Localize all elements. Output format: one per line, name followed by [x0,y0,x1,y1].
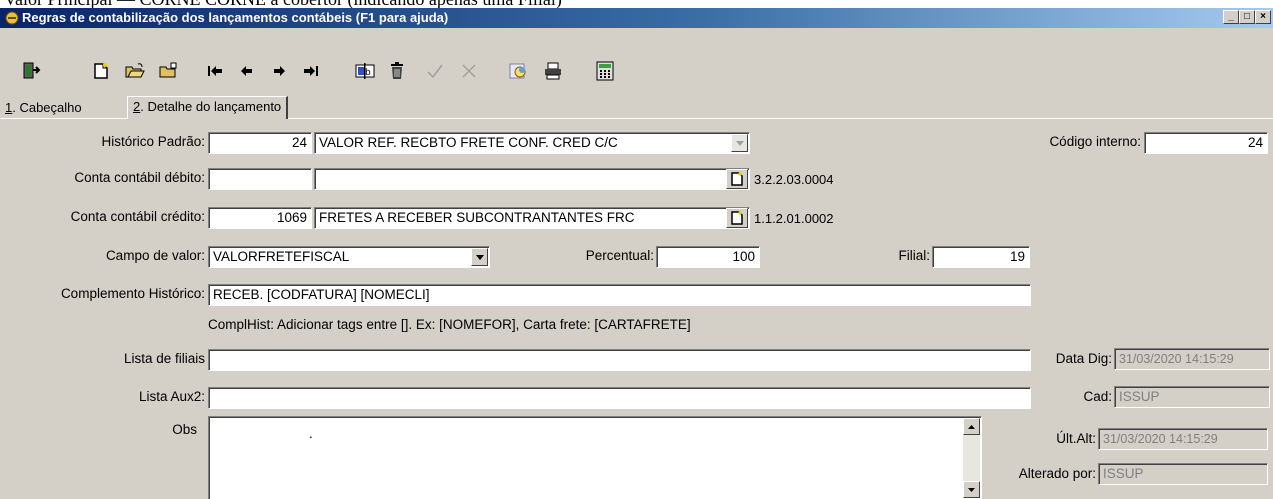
historico-select[interactable]: VALOR REF. RECBTO FRETE CONF. CRED C/C [314,132,750,154]
cad-field[interactable]: ISSUP [1114,386,1270,408]
search-icon [509,63,526,79]
open-icon [125,63,145,78]
calculator-icon [596,61,614,81]
new-icon [94,63,108,79]
alterado-por-label: Alterado por: [1018,466,1096,481]
field-edit-button[interactable]: b [354,60,376,82]
minimize-button[interactable]: _ [1223,10,1239,24]
campo-select[interactable]: VALORFRETEFISCAL [208,246,490,268]
svg-text:b: b [365,68,371,78]
chevron-down-icon [475,254,484,260]
campo-dropdown-button[interactable] [471,248,488,266]
search-button[interactable] [508,60,530,82]
next-record-button[interactable] [268,60,290,82]
print-button[interactable] [542,60,564,82]
codigo-interno-label: Código interno: [1049,134,1141,149]
maximize-button[interactable]: □ [1239,10,1255,24]
historico-label: Histórico Padrão: [101,134,205,149]
filial-label: Filial: [898,248,930,263]
chevron-up-icon [968,424,975,429]
campo-value: VALORFRETEFISCAL [213,249,350,264]
app-icon [5,11,19,25]
debito-lookup-button[interactable] [726,169,748,189]
confirm-button[interactable] [424,60,446,82]
obs-value: . [309,426,313,441]
tab-cabecalho[interactable]: 1. Cabeçalho [0,98,87,118]
document-icon [731,172,743,186]
credito-code-field[interactable]: 1069 [208,207,312,229]
complemento-label: Complemento Histórico: [60,286,205,301]
credito-label: Conta contábil crédito: [70,209,205,224]
historico-desc: VALOR REF. RECBTO FRETE CONF. CRED C/C [319,135,618,150]
last-icon [304,66,318,76]
tab-cabecalho-label: . Cabeçalho [12,100,82,115]
page-top-text: Valor Principal — CORNE CORNE a cobertor… [4,0,562,8]
obs-textarea[interactable]: . [208,416,982,499]
alterado-por-field[interactable]: ISSUP [1098,463,1268,485]
document-icon [731,211,743,225]
credito-desc-field[interactable]: FRETES A RECEBER SUBCONTRANTANTES FRC [314,207,750,229]
window-title: Regras de contabilização dos lançamentos… [22,10,449,25]
filial-field[interactable]: 19 [932,246,1030,268]
tab-strip: 1. Cabeçalho 2. Detalhe do lançamento [0,96,1273,119]
confirm-icon [427,64,443,79]
campo-label: Campo de valor: [105,248,205,263]
toolbar: b [0,28,1273,100]
debito-account: 3.2.2.03.0004 [754,172,834,187]
obs-label: Obs [172,422,197,437]
first-record-button[interactable] [204,60,226,82]
exit-icon [23,62,41,79]
tab-detalhe[interactable]: 2. Detalhe do lançamento [127,96,289,119]
new-button[interactable] [90,60,112,82]
credito-account: 1.1.2.01.0002 [754,211,834,226]
debito-desc-field[interactable] [314,168,750,190]
close-button[interactable]: × [1255,10,1271,24]
chevron-down-icon [968,487,975,492]
credito-lookup-button[interactable] [726,208,748,228]
obs-scrollbar[interactable] [963,418,980,498]
delete-button[interactable] [386,60,408,82]
data-dig-field[interactable]: 31/03/2020 14:15:29 [1114,348,1270,370]
cancel-button[interactable] [458,60,480,82]
scroll-down-button[interactable] [963,481,980,498]
field-edit-icon: b [355,63,375,79]
ult-alt-label: Últ.Alt: [1056,431,1096,446]
open-button[interactable] [124,60,146,82]
lista-aux2-label: Lista Aux2: [138,389,205,404]
print-icon [545,62,561,80]
complemento-field[interactable]: RECEB. [CODFATURA] [NOMECLI] [208,284,1031,306]
lista-filiais-field[interactable] [208,349,1031,371]
next-icon [274,66,285,76]
scroll-up-button[interactable] [963,418,980,435]
lista-aux2-field[interactable] [208,387,1031,409]
main-window: Regras de contabilização dos lançamentos… [0,8,1273,499]
first-icon [208,66,222,76]
tab-detalhe-label: . Detalhe do lançamento [140,99,282,114]
codigo-interno-field[interactable]: 24 [1144,132,1268,154]
title-bar[interactable]: Regras de contabilização dos lançamentos… [0,8,1273,28]
historico-dropdown-button[interactable] [731,134,748,152]
previous-record-button[interactable] [236,60,258,82]
cancel-icon [462,64,476,78]
last-record-button[interactable] [300,60,322,82]
debito-label: Conta contábil débito: [74,170,205,185]
edit-icon [159,62,177,78]
debito-code-field[interactable] [208,168,312,190]
cad-label: Cad: [1083,389,1112,404]
trash-icon [391,62,403,79]
edit-button[interactable] [158,60,180,82]
percentual-field[interactable]: 100 [656,246,760,268]
calculator-button[interactable] [594,60,616,82]
historico-code-field[interactable]: 24 [208,132,312,154]
percentual-label: Percentual: [585,248,654,263]
ult-alt-field[interactable]: 31/03/2020 14:15:29 [1098,428,1268,450]
lista-filiais-label: Lista de filiais [123,351,205,366]
prev-icon [241,66,252,76]
data-dig-label: Data Dig: [1055,351,1112,366]
complemento-hint: ComplHist: Adicionar tags entre []. Ex: … [208,317,691,332]
chevron-down-icon [735,140,744,146]
exit-button[interactable] [20,60,42,82]
